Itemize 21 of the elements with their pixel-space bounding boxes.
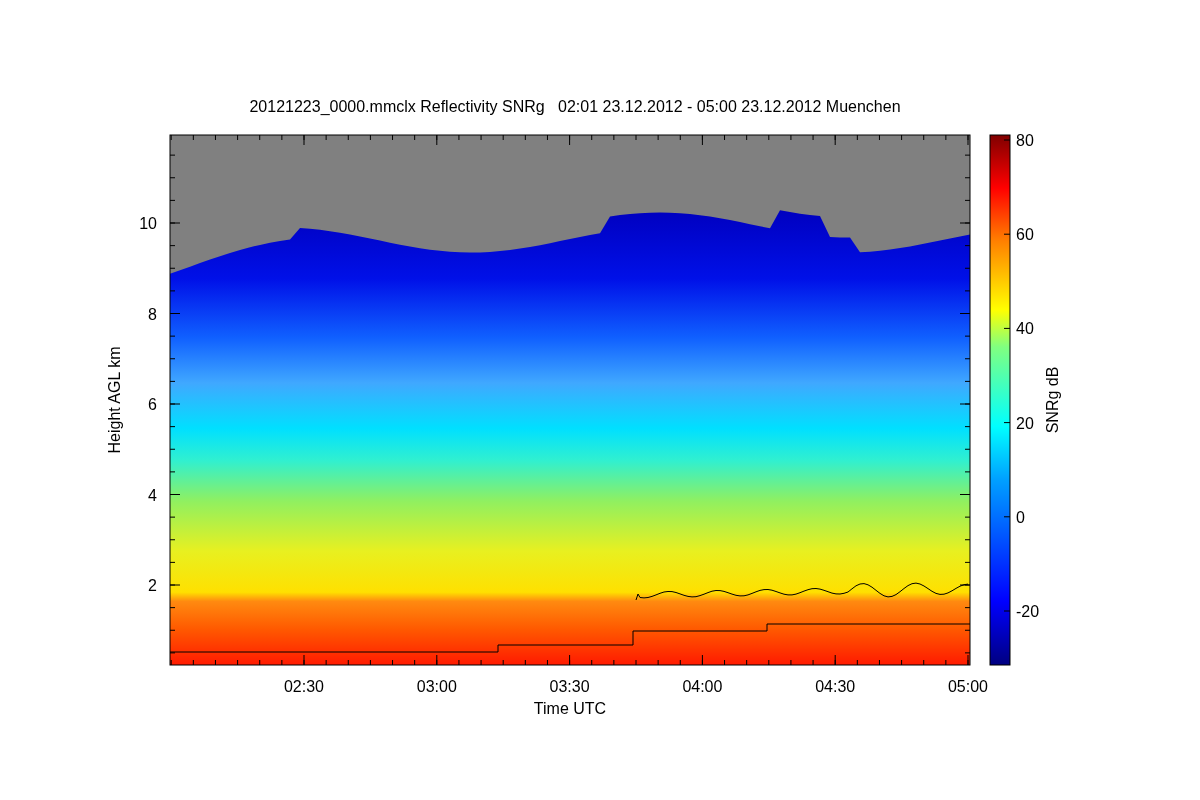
colorbar-tick-label: 40 [1016, 320, 1034, 338]
y-tick-label: 4 [148, 486, 157, 504]
colorbar-tick-label: -20 [1016, 603, 1040, 620]
y-tick-label: 2 [148, 577, 157, 594]
y-axis-label: Height AGL km [106, 346, 123, 454]
x-tick-label: 02:30 [284, 678, 324, 695]
x-tick-label: 04:00 [682, 678, 723, 695]
x-tick-label: 03:30 [549, 678, 590, 695]
chart-title: 20121223_0000.mmclx Reflectivity SNRg 02:01 23.12.2012 - 05:00 23.12.2012 Muenchen [249, 98, 901, 115]
colorbar-tick-label: 80 [1016, 132, 1034, 149]
colorbar-tick-label: 0 [1016, 508, 1025, 526]
x-tick-label: 03:00 [416, 678, 457, 695]
colorbar-label: SNRg dB [1044, 366, 1061, 434]
x-axis-label: Time UTC [533, 700, 607, 717]
y-tick-label: 8 [148, 305, 157, 323]
y-tick-label: 10 [139, 215, 157, 232]
colorbar-tick-label: 60 [1016, 226, 1034, 244]
colorbar-tick-label: 20 [1016, 414, 1034, 432]
y-tick-label: 6 [148, 396, 157, 413]
x-tick-label: 05:00 [948, 678, 988, 695]
x-tick-label: 04:30 [815, 678, 856, 695]
